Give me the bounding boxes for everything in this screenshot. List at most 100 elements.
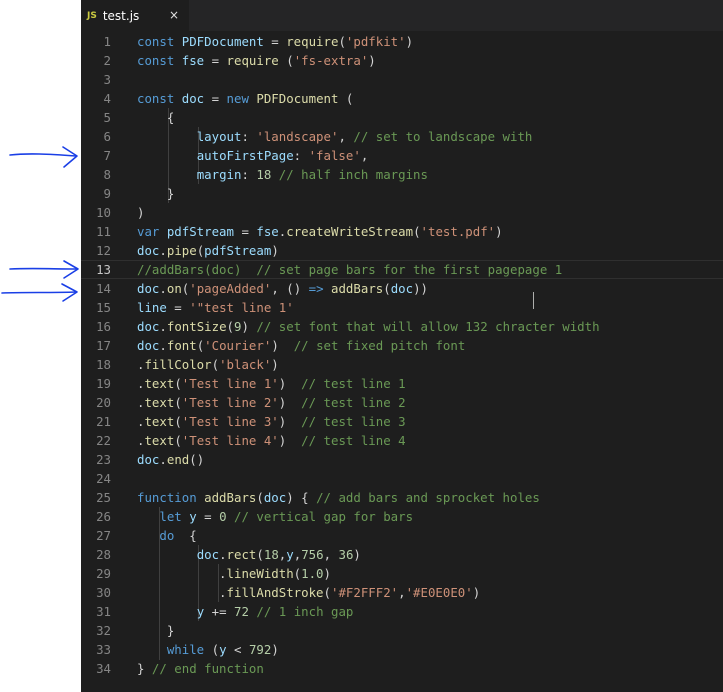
code-token: . bbox=[159, 319, 167, 334]
code-line[interactable]: 12 doc.pipe(pdfStream) bbox=[81, 241, 723, 260]
code-line[interactable]: 20 .text('Test line 2') // test line 2 bbox=[81, 393, 723, 412]
code-line[interactable]: 9 } bbox=[81, 184, 723, 203]
line-number: 18 bbox=[96, 357, 111, 372]
code-token: += bbox=[204, 604, 234, 619]
code-token: end bbox=[166, 452, 190, 467]
code-token: pdfStream bbox=[204, 243, 272, 258]
code-text: const PDFDocument = require('pdfkit') bbox=[137, 32, 413, 51]
code-token: autoFirstPage bbox=[196, 148, 294, 163]
code-token: ( bbox=[204, 642, 220, 657]
code-line[interactable]: 11 var pdfStream = fse.createWriteStream(… bbox=[81, 222, 723, 241]
line-number: 17 bbox=[96, 338, 111, 353]
code-token: 756 bbox=[301, 547, 324, 562]
code-token: 'test.pdf' bbox=[420, 224, 496, 239]
code-token: ( bbox=[413, 224, 421, 239]
code-line[interactable]: 3 bbox=[81, 70, 723, 89]
code-text: do { bbox=[137, 526, 197, 545]
code-line[interactable]: 10) bbox=[81, 203, 723, 222]
code-token: require bbox=[286, 34, 339, 49]
code-line[interactable]: 24 bbox=[81, 469, 723, 488]
code-token: text bbox=[144, 395, 175, 410]
code-line[interactable]: 19 .text('Test line 1') // test line 1 bbox=[81, 374, 723, 393]
code-line[interactable]: 5 { bbox=[81, 108, 723, 127]
js-file-icon: JS bbox=[87, 10, 97, 21]
code-line[interactable]: 29 .lineWidth(1.0) bbox=[81, 564, 723, 583]
code-token: , bbox=[398, 585, 406, 600]
code-token: fse bbox=[181, 53, 205, 68]
code-token: , () bbox=[271, 281, 309, 296]
code-line[interactable]: 25 function addBars(doc) { // add bars an… bbox=[81, 488, 723, 507]
line-number: 1 bbox=[103, 34, 111, 49]
code-line[interactable]: 4 const doc = new PDFDocument ( bbox=[81, 89, 723, 108]
code-line[interactable]: 15 line = '"test line 1' bbox=[81, 298, 723, 317]
code-token: ) bbox=[278, 433, 302, 448]
code-line[interactable]: 28 doc.rect(18,y,756, 36) bbox=[81, 545, 723, 564]
code-token: . bbox=[137, 585, 227, 600]
code-token: const bbox=[137, 53, 182, 68]
code-line[interactable]: 14 doc.on('pageAdded', () => addBars(doc)… bbox=[81, 279, 723, 298]
code-line[interactable]: 31 y += 72 // 1 inch gap bbox=[81, 602, 723, 621]
code-line[interactable]: 7 autoFirstPage: 'false', bbox=[81, 146, 723, 165]
code-token: ( bbox=[338, 91, 354, 106]
code-editor[interactable]: JS test.js × 1 const PDFDocument = requir… bbox=[81, 0, 723, 692]
code-line[interactable]: 13 //addBars(doc) // set page bars for th… bbox=[81, 260, 723, 279]
code-line[interactable]: 2 const fse = require ('fs-extra') bbox=[81, 51, 723, 70]
tab-test-js[interactable]: JS test.js × bbox=[81, 0, 189, 31]
code-line[interactable]: 1 const PDFDocument = require('pdfkit') bbox=[81, 32, 723, 51]
code-token: pipe bbox=[166, 243, 197, 258]
line-number: 9 bbox=[103, 186, 111, 201]
code-line[interactable]: 22 .text('Test line 4') // test line 4 bbox=[81, 431, 723, 450]
code-line[interactable]: 6 layout: 'landscape', // set to landsca… bbox=[81, 127, 723, 146]
line-number: 12 bbox=[96, 243, 111, 258]
code-line[interactable]: 34} // end function bbox=[81, 659, 723, 678]
code-line[interactable]: 33 while (y < 792) bbox=[81, 640, 723, 659]
code-token: , bbox=[360, 148, 369, 163]
code-line[interactable]: 32 } bbox=[81, 621, 723, 640]
code-line[interactable]: 8 margin: 18 // half inch margins bbox=[81, 165, 723, 184]
code-text: //addBars(doc) // set page bars for the … bbox=[137, 261, 562, 278]
close-icon[interactable]: × bbox=[169, 8, 179, 22]
code-token: ( bbox=[211, 357, 220, 372]
code-token: { bbox=[174, 528, 197, 543]
code-line[interactable]: 26 let y = 0 // vertical gap for bars bbox=[81, 507, 723, 526]
code-token: y bbox=[219, 642, 227, 657]
code-line[interactable]: 27 do { bbox=[81, 526, 723, 545]
code-token: 'Test line 3' bbox=[181, 414, 279, 429]
code-token: ) bbox=[278, 414, 302, 429]
code-token: ( bbox=[256, 490, 264, 505]
code-token: ) bbox=[137, 205, 145, 220]
code-token: 'pdfkit' bbox=[345, 34, 406, 49]
code-text: .text('Test line 3') // test line 3 bbox=[137, 412, 406, 431]
line-number: 34 bbox=[96, 661, 111, 676]
code-line[interactable]: 21 .text('Test line 3') // test line 3 bbox=[81, 412, 723, 431]
line-number: 20 bbox=[96, 395, 111, 410]
code-line[interactable]: 17 doc.font('Courier') // set fixed pitch… bbox=[81, 336, 723, 355]
code-area[interactable]: 1 const PDFDocument = require('pdfkit') 2 c… bbox=[81, 32, 723, 678]
code-token: text bbox=[144, 414, 175, 429]
code-token: '"test line 1' bbox=[189, 300, 294, 315]
code-token: doc bbox=[137, 281, 160, 296]
line-number: 2 bbox=[103, 53, 111, 68]
hand-drawn-arrow-icon bbox=[9, 146, 78, 168]
code-line[interactable]: 30 .fillAndStroke('#F2FFF2','#E0E0E0') bbox=[81, 583, 723, 602]
hand-drawn-arrow-icon bbox=[1, 283, 78, 302]
code-text: autoFirstPage: 'false', bbox=[137, 146, 369, 165]
code-token: doc bbox=[181, 91, 205, 106]
code-token: while bbox=[166, 642, 205, 657]
code-token: fontSize bbox=[166, 319, 227, 334]
line-number: 22 bbox=[96, 433, 111, 448]
code-token: // set fixed pitch font bbox=[293, 338, 466, 353]
code-line[interactable]: 18 .fillColor('black') bbox=[81, 355, 723, 374]
code-line[interactable]: 23 doc.end() bbox=[81, 450, 723, 469]
code-token: } bbox=[137, 661, 152, 676]
code-token: function bbox=[137, 490, 205, 505]
code-token: 'Test line 1' bbox=[181, 376, 279, 391]
code-token: ) bbox=[241, 319, 257, 334]
code-token: fillColor bbox=[144, 357, 212, 372]
code-text: .text('Test line 2') // test line 2 bbox=[137, 393, 406, 412]
code-text: const fse = require ('fs-extra') bbox=[137, 51, 376, 70]
code-text: y += 72 // 1 inch gap bbox=[137, 602, 354, 621]
code-line[interactable]: 16 doc.fontSize(9) // set font that will … bbox=[81, 317, 723, 336]
code-token: margin bbox=[196, 167, 242, 182]
